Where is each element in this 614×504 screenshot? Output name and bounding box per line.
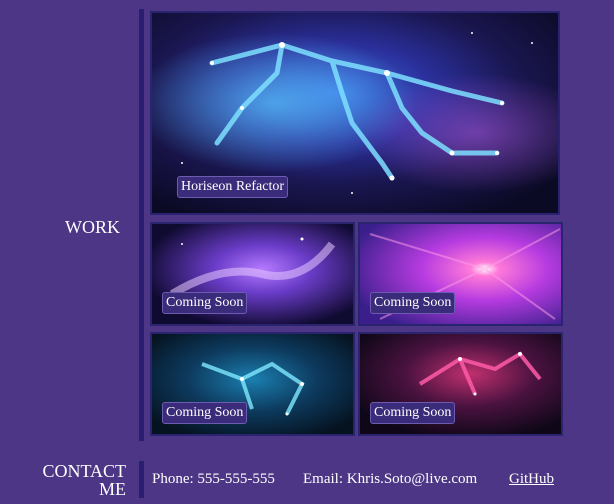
github-link[interactable]: GitHub [509,470,554,488]
project-label[interactable]: Coming Soon [370,292,456,314]
project-label[interactable]: Coming Soon [162,402,248,424]
project-card-coming-soon[interactable]: Coming Soon [358,222,563,326]
contact-email[interactable]: Email: Khris.Soto@live.com [303,470,477,488]
contact-divider-bar [139,461,144,498]
project-card-coming-soon[interactable]: Coming Soon [150,332,355,436]
project-label[interactable]: Coming Soon [370,402,456,424]
project-card-coming-soon[interactable]: Coming Soon [150,222,355,326]
project-label[interactable]: Coming Soon [162,292,248,314]
contact-phone: Phone: 555-555-555 [152,471,275,487]
contact-section-title: CONTACT ME [42,461,126,499]
project-card-coming-soon[interactable]: Coming Soon [358,332,563,436]
project-card-horiseon[interactable]: Horiseon Refactor [150,11,560,215]
work-divider-bar [139,9,144,441]
project-label[interactable]: Horiseon Refactor [177,176,289,198]
work-section-title: WORK [65,217,120,237]
